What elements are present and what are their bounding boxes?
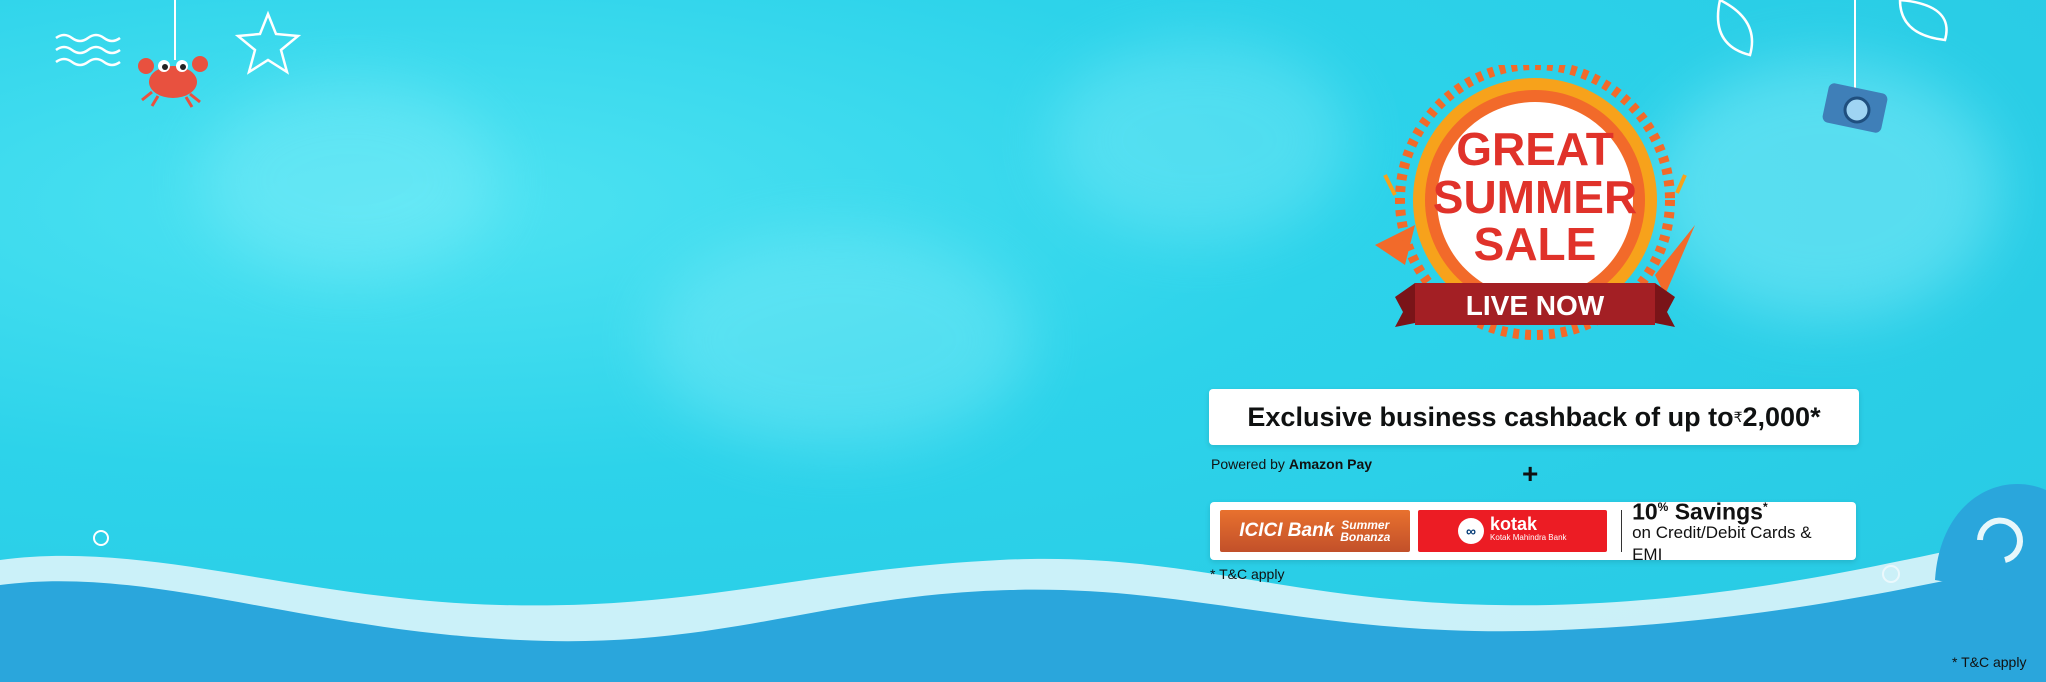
currency-symbol: ₹: [1733, 408, 1743, 425]
savings-text: 10% Savings* on Credit/Debit Cards & EMI: [1632, 496, 1846, 567]
badge-ribbon-live-now: LIVE NOW: [1466, 290, 1605, 321]
savings-unit: %: [1657, 499, 1669, 514]
leaf-icon: [1716, 0, 1948, 57]
waves-icon: [55, 33, 121, 67]
kotak-infinity-icon: ∞: [1458, 518, 1485, 544]
cashback-offer-box[interactable]: Exclusive business cashback of up to ₹2,…: [1209, 389, 1859, 445]
powered-brand: Amazon Pay: [1288, 456, 1373, 472]
powered-prefix: Powered by: [1211, 456, 1289, 472]
great-summer-sale-badge: GREAT SUMMER SALE LIVE NOW: [1375, 65, 1695, 340]
savings-mark: *: [1762, 499, 1768, 514]
summer-sale-banner[interactable]: GREAT SUMMER SALE LIVE NOW Exclusive bus…: [0, 0, 2046, 682]
plus-sign: +: [1522, 458, 1539, 489]
beach-decor-layer: [0, 0, 2046, 682]
icici-tag: Summer Bonanza: [1340, 519, 1390, 543]
badge-line-sale: SALE: [1474, 218, 1597, 270]
divider: [1621, 510, 1623, 552]
kotak-name: kotak: [1490, 514, 1538, 534]
icici-tag-2: Bonanza: [1340, 530, 1391, 544]
kotak-bank-logo: ∞ kotak Kotak Mahindra Bank: [1417, 510, 1608, 552]
terms-right: * T&C apply: [1952, 654, 2027, 670]
savings-label: Savings: [1668, 498, 1763, 525]
kotak-sub: Kotak Mahindra Bank: [1490, 533, 1567, 542]
camera-icon: [1822, 0, 1888, 133]
crab-icon: [138, 0, 208, 108]
starfish-icon: [234, 10, 302, 75]
wave-curl: [1935, 484, 2046, 600]
bubble-icon: [93, 530, 109, 546]
terms-left: * T&C apply: [1210, 566, 1285, 582]
cashback-amount: 2,000*: [1742, 401, 1821, 432]
powered-by-text: Powered by Amazon Pay: [1211, 456, 1372, 472]
icici-bank-logo: ICICI Bank Summer Bonanza: [1220, 510, 1410, 552]
savings-detail: on Credit/Debit Cards & EMI: [1632, 523, 1812, 565]
savings-value: 10: [1632, 498, 1658, 525]
badge-line-great: GREAT: [1456, 123, 1614, 175]
icici-name: ICICI Bank: [1239, 520, 1335, 541]
bank-offer-box[interactable]: ICICI Bank Summer Bonanza ∞ kotak Kotak …: [1210, 500, 1856, 564]
cashback-text: Exclusive business cashback of up to: [1247, 401, 1734, 432]
badge-line-summer: SUMMER: [1433, 171, 1637, 223]
